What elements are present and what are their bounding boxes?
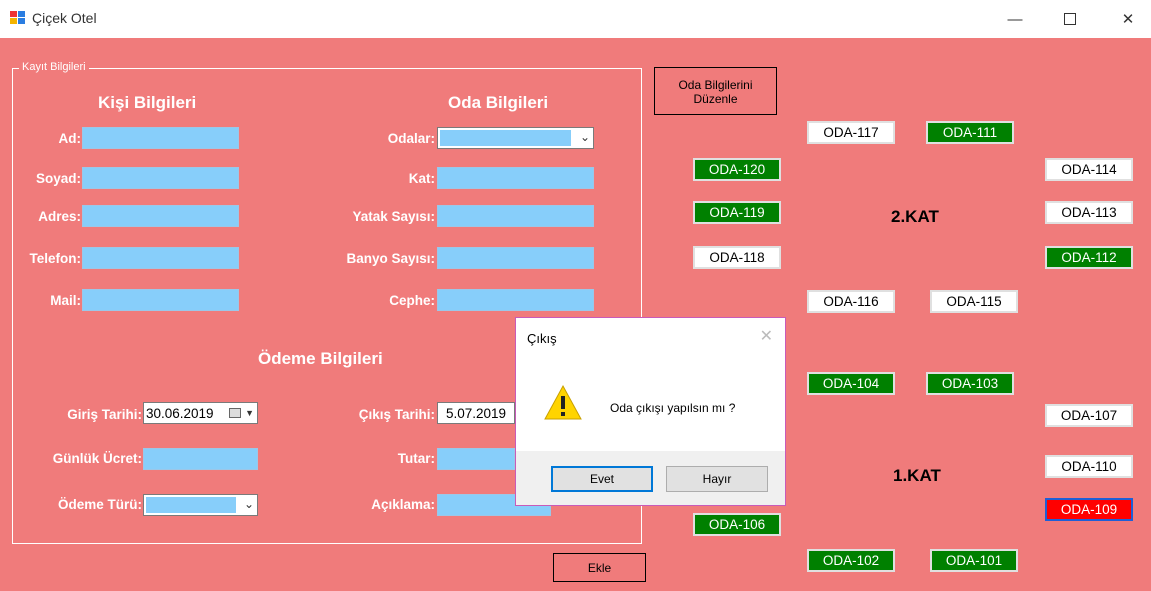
evet-button[interactable]: Evet bbox=[551, 466, 653, 492]
form-client-area: Kayıt Bilgileri Kişi Bilgileri Oda Bilgi… bbox=[0, 38, 1151, 591]
room-120-button[interactable]: ODA-120 bbox=[693, 158, 781, 181]
room-103-button[interactable]: ODA-103 bbox=[926, 372, 1014, 395]
odalar-label: Odalar: bbox=[387, 131, 435, 146]
telefon-input[interactable] bbox=[82, 247, 239, 269]
ad-input[interactable] bbox=[82, 127, 239, 149]
banyo-label: Banyo Sayısı: bbox=[346, 251, 435, 266]
maximize-button[interactable] bbox=[1047, 0, 1093, 38]
minimize-button[interactable]: — bbox=[992, 0, 1038, 38]
warning-icon bbox=[544, 384, 582, 420]
dialog-footer: Evet Hayır bbox=[516, 451, 785, 505]
aciklama-label: Açıklama: bbox=[371, 497, 435, 512]
room-119-button[interactable]: ODA-119 bbox=[693, 201, 781, 224]
close-icon: ✕ bbox=[1121, 11, 1135, 28]
giris-tarihi-picker[interactable]: 30.06.2019 ▼ bbox=[143, 402, 258, 424]
odeme-turu-label: Ödeme Türü: bbox=[57, 497, 142, 512]
oda-bilgilerini-duzenle-button[interactable]: Oda Bilgilerini Düzenle bbox=[654, 67, 777, 115]
odeme-turu-select-value bbox=[146, 497, 236, 513]
maximize-icon bbox=[1064, 13, 1076, 25]
app-icon bbox=[10, 11, 26, 25]
title-bar: Çiçek Otel — ✕ bbox=[0, 0, 1151, 38]
cikis-dialog: Çıkış ✕ Oda çıkışı yapılsın mı ? Evet Ha… bbox=[515, 317, 786, 506]
gunluk-ucret-input[interactable] bbox=[143, 448, 258, 470]
room-116-button[interactable]: ODA-116 bbox=[807, 290, 895, 313]
oda-bilgileri-heading: Oda Bilgileri bbox=[448, 93, 549, 112]
ekle-button[interactable]: Ekle bbox=[553, 553, 646, 582]
kat-1-label: 1.KAT bbox=[893, 466, 941, 485]
cephe-input[interactable] bbox=[437, 289, 594, 311]
window-title: Çiçek Otel bbox=[32, 10, 97, 26]
cikis-tarihi-value: 5.07.2019 bbox=[446, 406, 507, 421]
minimize-icon: — bbox=[1007, 10, 1023, 28]
room-106-button[interactable]: ODA-106 bbox=[693, 513, 781, 536]
telefon-label: Telefon: bbox=[29, 251, 82, 266]
kat-label: Kat: bbox=[408, 171, 435, 186]
dialog-message: Oda çıkışı yapılsın mı ? bbox=[610, 401, 736, 415]
chevron-down-icon: ⌄ bbox=[243, 497, 254, 511]
yatak-input[interactable] bbox=[437, 205, 594, 227]
tutar-input[interactable] bbox=[437, 448, 515, 470]
kat-input[interactable] bbox=[437, 167, 594, 189]
mail-label: Mail: bbox=[50, 293, 81, 308]
room-118-button[interactable]: ODA-118 bbox=[693, 246, 781, 269]
room-113-button[interactable]: ODA-113 bbox=[1045, 201, 1133, 224]
room-110-button[interactable]: ODA-110 bbox=[1045, 455, 1133, 478]
kisi-bilgileri-heading: Kişi Bilgileri bbox=[98, 93, 197, 112]
hayir-button[interactable]: Hayır bbox=[666, 466, 768, 492]
gunluk-ucret-label: Günlük Ücret: bbox=[52, 451, 142, 466]
oda-duzenle-line2: Düzenle bbox=[693, 92, 738, 106]
cephe-label: Cephe: bbox=[389, 293, 435, 308]
yatak-label: Yatak Sayısı: bbox=[352, 209, 435, 224]
chevron-down-icon: ⌄ bbox=[579, 130, 590, 144]
room-112-button[interactable]: ODA-112 bbox=[1045, 246, 1133, 269]
cikis-tarihi-picker[interactable]: 5.07.2019 bbox=[437, 402, 515, 424]
banyo-input[interactable] bbox=[437, 247, 594, 269]
soyad-label: Soyad: bbox=[35, 171, 81, 186]
odeme-turu-select[interactable]: ⌄ bbox=[143, 494, 258, 516]
odalar-select[interactable]: ⌄ bbox=[437, 127, 594, 149]
tutar-label: Tutar: bbox=[397, 451, 435, 466]
soyad-input[interactable] bbox=[82, 167, 239, 189]
room-111-button[interactable]: ODA-111 bbox=[926, 121, 1014, 144]
odalar-select-value bbox=[440, 130, 571, 146]
adres-input[interactable] bbox=[82, 205, 239, 227]
caret-down-icon: ▼ bbox=[245, 408, 254, 418]
room-101-button[interactable]: ODA-101 bbox=[930, 549, 1018, 572]
kat-2-label: 2.KAT bbox=[891, 207, 939, 226]
room-107-button[interactable]: ODA-107 bbox=[1045, 404, 1133, 427]
dialog-title: Çıkış bbox=[527, 331, 557, 346]
room-102-button[interactable]: ODA-102 bbox=[807, 549, 895, 572]
mail-input[interactable] bbox=[82, 289, 239, 311]
room-117-button[interactable]: ODA-117 bbox=[807, 121, 895, 144]
cikis-tarihi-label: Çıkış Tarihi: bbox=[358, 407, 435, 422]
close-button[interactable]: ✕ bbox=[1105, 0, 1151, 38]
room-109-button[interactable]: ODA-109 bbox=[1045, 498, 1133, 521]
adres-label: Adres: bbox=[38, 209, 81, 224]
group-legend: Kayıt Bilgileri bbox=[19, 61, 89, 73]
room-115-button[interactable]: ODA-115 bbox=[930, 290, 1018, 313]
ad-label: Ad: bbox=[58, 131, 82, 146]
odeme-bilgileri-heading: Ödeme Bilgileri bbox=[258, 349, 383, 368]
calendar-icon bbox=[229, 408, 241, 418]
room-104-button[interactable]: ODA-104 bbox=[807, 372, 895, 395]
room-114-button[interactable]: ODA-114 bbox=[1045, 158, 1133, 181]
oda-duzenle-line1: Oda Bilgilerini bbox=[678, 78, 753, 92]
dialog-close-icon[interactable]: ✕ bbox=[760, 326, 773, 346]
giris-tarihi-value: 30.06.2019 bbox=[146, 406, 214, 421]
giris-tarihi-label: Giriş Tarihi: bbox=[67, 407, 142, 422]
